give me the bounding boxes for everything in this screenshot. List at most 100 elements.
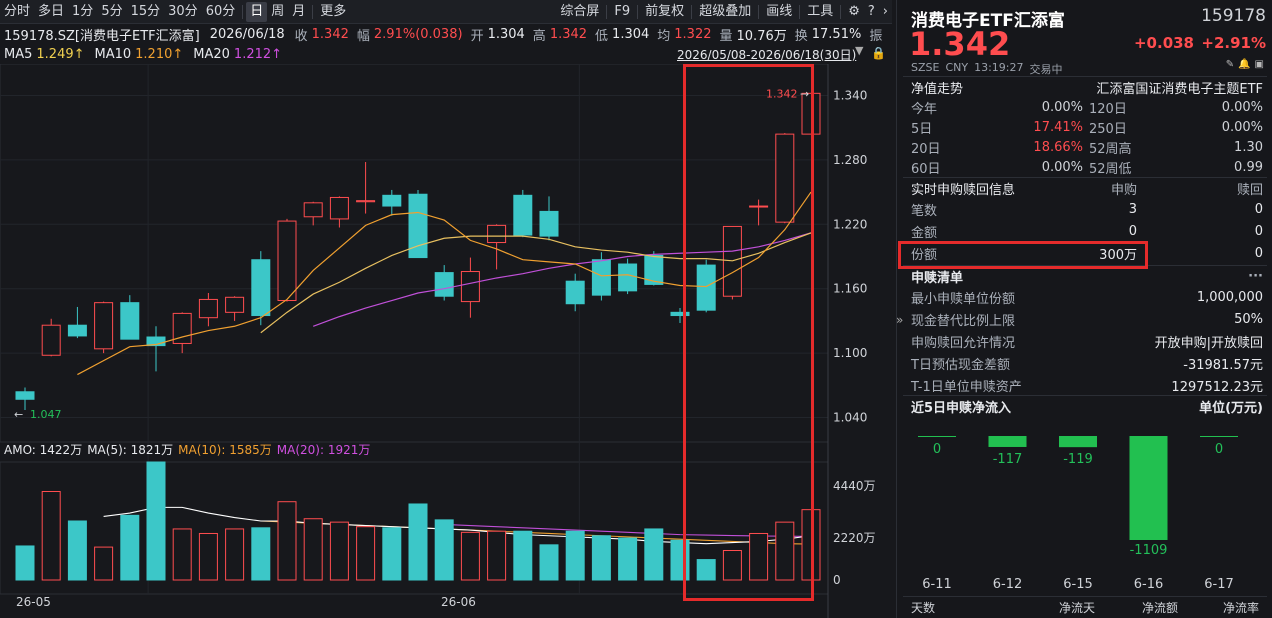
list-row-label: 最小申赎单位份额 <box>911 292 1016 307</box>
avg-value: 1.322 <box>674 26 712 42</box>
bell-icon[interactable]: 🔔 <box>1238 59 1250 70</box>
edit-icon[interactable]: ✎ <box>1226 59 1234 70</box>
volume-bar <box>198 532 218 581</box>
nav-period-label-2: 52周低 <box>1089 162 1132 177</box>
price-change: +0.038 <box>1133 34 1194 52</box>
tool-button-5[interactable]: 工具 <box>803 2 837 22</box>
help-icon[interactable]: ? <box>864 2 879 22</box>
chevron-right-icon[interactable]: › <box>879 2 892 22</box>
period-tab-1[interactable]: 多日 <box>34 2 68 22</box>
footer-net-days[interactable]: 净流天 <box>1059 599 1095 616</box>
fund-code: 159178 <box>1201 6 1266 26</box>
lock-icon[interactable]: 🔒 <box>871 46 886 60</box>
tool-button-2[interactable]: 前复权 <box>641 2 688 22</box>
footer-net-rate[interactable]: 净流率 <box>1223 599 1259 616</box>
period-tab-2[interactable]: 1分 <box>68 2 97 22</box>
candle-body <box>198 298 218 319</box>
time: 13:19:27 <box>974 61 1024 74</box>
candle-body <box>539 210 559 237</box>
tool-button-1[interactable]: F9 <box>610 2 634 22</box>
tool-menu: 综合屏 F9 前复权 超级叠加 画线 工具 <box>556 2 844 22</box>
flow-value-label: 0 <box>1215 442 1223 457</box>
volume-bar <box>408 503 428 581</box>
price-tick-label: 1.100 <box>833 346 867 360</box>
nav-period-label: 今年 <box>911 102 938 117</box>
period-tab-10[interactable]: 更多 <box>316 2 350 22</box>
volume-bar <box>644 528 664 581</box>
tool-button-4[interactable]: 画线 <box>762 2 796 22</box>
high-label: 高 <box>532 28 546 44</box>
price-tick-label: 1.160 <box>833 282 867 296</box>
flow-unit: 单位(万元) <box>1199 401 1263 416</box>
high-value: 1.342 <box>549 26 588 42</box>
table-row: 5日 17.41% 250日 0.00% <box>897 117 1272 138</box>
market-meta: SZSE CNY 13:19:27 交易中 <box>911 61 1063 77</box>
nav-period-label-2: 250日 <box>1089 122 1127 137</box>
volume-bar <box>67 520 87 581</box>
candle-body <box>41 324 61 356</box>
list-header: 申赎清单 ··· <box>897 266 1272 287</box>
more-icon[interactable]: ··· <box>1248 269 1263 284</box>
amo-ma5: MA(5): 1821万 <box>87 442 174 457</box>
table-row: 60日 0.00% 52周低 0.99 <box>897 157 1272 178</box>
quote-date: 2026/06/18 <box>209 26 285 42</box>
list-title: 申赎清单 <box>911 271 964 286</box>
collapse-arrow-icon[interactable]: » <box>896 313 903 327</box>
volume-bar <box>565 530 585 581</box>
low-value: 1.304 <box>612 26 650 42</box>
ma10-label: MA10 <box>94 46 132 62</box>
period-tab-5[interactable]: 30分 <box>164 2 202 22</box>
list-row-label: T日预估现金差额 <box>911 358 1010 373</box>
period-tab-7[interactable]: 日 <box>246 1 268 22</box>
tool-button-0[interactable]: 综合屏 <box>556 2 603 22</box>
period-tab-4[interactable]: 15分 <box>127 2 165 22</box>
amo-value: AMO: 1422万 <box>4 442 83 457</box>
turnover-value: 17.51% <box>811 26 862 42</box>
security-code-name: 159178.SZ[消费电子ETF汇添富] <box>4 28 200 44</box>
date-range-selector[interactable]: 2026/05/08-2026/06/18(30日) <box>677 46 856 63</box>
period-tab-9[interactable]: 月 <box>288 2 309 22</box>
trade-status: 交易中 <box>1029 63 1063 76</box>
candle-body <box>303 202 323 218</box>
wp-icon[interactable]: ▣ <box>1255 59 1264 70</box>
candle-body <box>67 324 87 337</box>
sub-col-subscribe: 申购 <box>1110 183 1137 198</box>
currency: CNY <box>945 61 969 74</box>
flow-bar <box>1200 436 1238 437</box>
nav-period-value-2: 0.00% <box>1221 120 1263 135</box>
list-row-value: 开放申购|开放赎回 <box>1154 336 1263 351</box>
close-label: 收 <box>294 28 308 44</box>
nav-period-value-2: 0.99 <box>1234 160 1263 175</box>
flow-header: 近5日申赎净流入 单位(万元) <box>897 396 1272 417</box>
candle-body <box>277 220 297 302</box>
ma20-value: 1.212↑ <box>233 46 283 62</box>
low-mark-arrow: ← <box>14 408 23 421</box>
candle-body <box>329 196 349 220</box>
flow-value-label: 0 <box>933 442 941 457</box>
dropdown-arrow-icon[interactable]: ▼ <box>855 44 863 57</box>
last-price: 1.342 <box>909 25 1011 63</box>
period-tab-6[interactable]: 60分 <box>202 2 240 22</box>
flow-date-label: 6-17 <box>1204 577 1234 592</box>
period-tab-8[interactable]: 周 <box>267 2 288 22</box>
ma5-value: 1.249↑ <box>36 46 85 62</box>
ma5-label: MA5 <box>4 46 33 62</box>
nav-period-label: 5日 <box>911 122 933 137</box>
gear-icon[interactable]: ⚙ <box>844 2 864 22</box>
exchange: SZSE <box>911 61 940 74</box>
period-tab-0[interactable]: 分时 <box>0 2 34 22</box>
chart-toolbar: 分时 多日 1分 5分 15分 30分 60分日周月更多 综合屏 F9 前复权 超级叠加 画线 工具 … <box>0 0 892 24</box>
volume-bar <box>329 521 349 581</box>
flow-value-label: -117 <box>993 452 1023 467</box>
period-tab-3[interactable]: 5分 <box>97 2 126 22</box>
footer-days[interactable]: 天数 <box>911 599 935 616</box>
nav-period-label-2: 52周高 <box>1089 142 1132 157</box>
footer-net-amount[interactable]: 净流额 <box>1142 599 1178 616</box>
sub-row-subscribe: 3 <box>1128 202 1137 217</box>
flow-date-label: 6-15 <box>1063 577 1093 592</box>
tool-button-3[interactable]: 超级叠加 <box>695 2 755 22</box>
nav-header: 净值走势 汇添富国证消费电子主题ETF <box>897 77 1272 98</box>
volume-bar <box>618 537 638 581</box>
sub-row-label: 笔数 <box>911 204 938 219</box>
list-row-value: 1,000,000 <box>1196 290 1263 305</box>
